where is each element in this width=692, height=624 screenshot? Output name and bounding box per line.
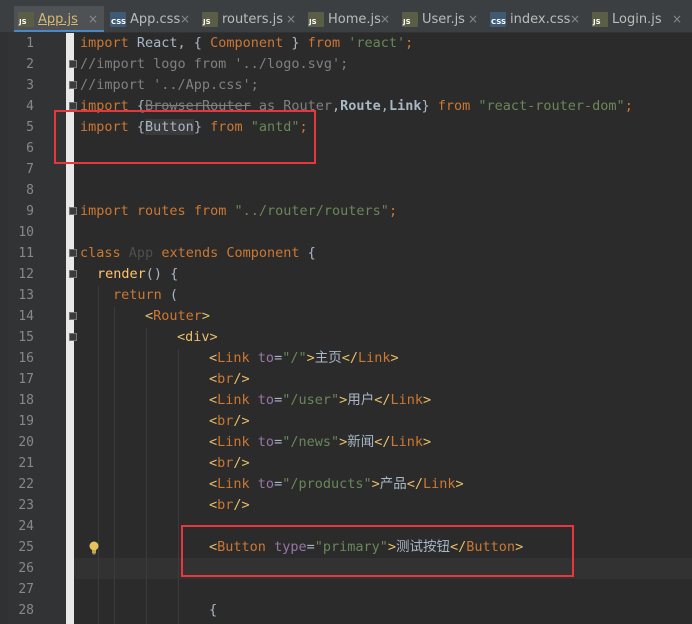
code-line-28: { bbox=[209, 602, 218, 618]
line-number: 5 bbox=[26, 120, 34, 135]
code-line-14: <Router> bbox=[145, 308, 211, 324]
line-number: 9 bbox=[26, 204, 34, 219]
tab-index-css[interactable]: CSS index.css × bbox=[486, 6, 586, 32]
tab-routers-js[interactable]: JS routers.js × bbox=[198, 6, 302, 32]
line-number: 22 bbox=[18, 477, 34, 492]
tab-label: App.css bbox=[130, 12, 181, 27]
code-line-23: <br/> bbox=[209, 497, 250, 513]
fold-marker-icon[interactable] bbox=[69, 270, 77, 278]
tab-label: index.css bbox=[510, 12, 571, 27]
close-icon[interactable]: × bbox=[468, 6, 478, 32]
css-file-icon: CSS bbox=[490, 12, 506, 27]
line-number: 19 bbox=[18, 414, 34, 429]
tab-label: App.js bbox=[38, 12, 78, 27]
fold-marker-icon[interactable] bbox=[69, 333, 77, 341]
line-number: 25 bbox=[18, 540, 34, 555]
js-file-icon: JS bbox=[202, 12, 218, 27]
tab-home-js[interactable]: JS Home.js × bbox=[304, 6, 396, 32]
line-number: 18 bbox=[18, 393, 34, 408]
line-number: 8 bbox=[26, 183, 34, 198]
tool-window-strip bbox=[0, 33, 8, 624]
tab-user-js[interactable]: JS User.js × bbox=[398, 6, 484, 32]
line-number: 13 bbox=[18, 288, 34, 303]
close-icon[interactable]: × bbox=[570, 6, 580, 32]
close-icon[interactable]: × bbox=[286, 6, 296, 32]
line-number: 3 bbox=[26, 78, 34, 93]
close-icon[interactable]: × bbox=[672, 6, 682, 32]
line-number: 12 bbox=[18, 267, 34, 282]
line-number: 14 bbox=[18, 309, 34, 324]
line-number: 23 bbox=[18, 498, 34, 513]
lightbulb-icon[interactable] bbox=[88, 541, 100, 555]
code-line-2: //import logo from '../logo.svg'; bbox=[80, 56, 349, 72]
line-number: 21 bbox=[18, 456, 34, 471]
js-file-icon: JS bbox=[18, 12, 34, 27]
code-line-18: <Link to="/user">用户</Link> bbox=[209, 392, 432, 408]
js-file-icon: JS bbox=[592, 12, 608, 27]
line-number: 17 bbox=[18, 372, 34, 387]
highlight-box-import bbox=[54, 110, 316, 164]
fold-marker-icon[interactable] bbox=[69, 312, 77, 320]
tab-label: Home.js bbox=[328, 12, 381, 27]
tab-app-css[interactable]: CSS App.css × bbox=[106, 6, 196, 32]
tab-app-js[interactable]: JS App.js × bbox=[14, 6, 104, 32]
line-number: 7 bbox=[26, 162, 34, 177]
line-number: 1 bbox=[26, 36, 34, 51]
line-number: 4 bbox=[26, 99, 34, 114]
code-line-1: import React, { Component } from 'react'… bbox=[80, 35, 414, 51]
code-line-12: render() { bbox=[97, 266, 179, 282]
code-line-9: import routes from "../router/routers"; bbox=[80, 203, 398, 219]
line-number: 15 bbox=[18, 330, 34, 345]
tab-label: Login.js bbox=[612, 12, 662, 27]
line-number: 6 bbox=[26, 141, 34, 156]
highlight-box-button bbox=[181, 525, 574, 577]
close-icon[interactable]: × bbox=[88, 6, 98, 32]
code-line-22: <Link to="/products">产品</Link> bbox=[209, 476, 464, 492]
fold-marker-icon[interactable] bbox=[69, 81, 77, 89]
code-line-16: <Link to="/">主页</Link> bbox=[209, 350, 399, 366]
code-line-20: <Link to="/news">新闻</Link> bbox=[209, 434, 432, 450]
code-line-15: <div> bbox=[177, 329, 218, 345]
line-number: 10 bbox=[18, 225, 34, 240]
line-number: 2 bbox=[26, 57, 34, 72]
fold-marker-icon[interactable] bbox=[69, 207, 77, 215]
tab-label: routers.js bbox=[222, 12, 283, 27]
js-file-icon: JS bbox=[308, 12, 324, 27]
editor-tab-bar: JS App.js × CSS App.css × JS routers.js … bbox=[0, 0, 692, 33]
close-icon[interactable]: × bbox=[380, 6, 390, 32]
line-number: 27 bbox=[18, 582, 34, 597]
fold-marker-icon[interactable] bbox=[69, 249, 77, 257]
close-icon[interactable]: × bbox=[180, 6, 190, 32]
code-line-11: class App extends Component { bbox=[80, 245, 316, 261]
css-file-icon: CSS bbox=[110, 12, 126, 27]
fold-marker-icon[interactable] bbox=[69, 102, 77, 110]
fold-marker-icon[interactable] bbox=[69, 60, 77, 68]
code-line-19: <br/> bbox=[209, 413, 250, 429]
code-line-3: //import '../App.css'; bbox=[80, 77, 259, 93]
line-number: 11 bbox=[18, 246, 34, 261]
line-number: 16 bbox=[18, 351, 34, 366]
line-number: 20 bbox=[18, 435, 34, 450]
js-file-icon: JS bbox=[402, 12, 418, 27]
code-line-21: <br/> bbox=[209, 455, 250, 471]
code-line-17: <br/> bbox=[209, 371, 250, 387]
line-number: 24 bbox=[18, 519, 34, 534]
tab-login-js[interactable]: JS Login.js × bbox=[588, 6, 688, 32]
line-number: 28 bbox=[18, 603, 34, 618]
code-line-13: return ( bbox=[113, 287, 179, 303]
line-number: 26 bbox=[18, 561, 34, 576]
tab-label: User.js bbox=[422, 12, 465, 27]
